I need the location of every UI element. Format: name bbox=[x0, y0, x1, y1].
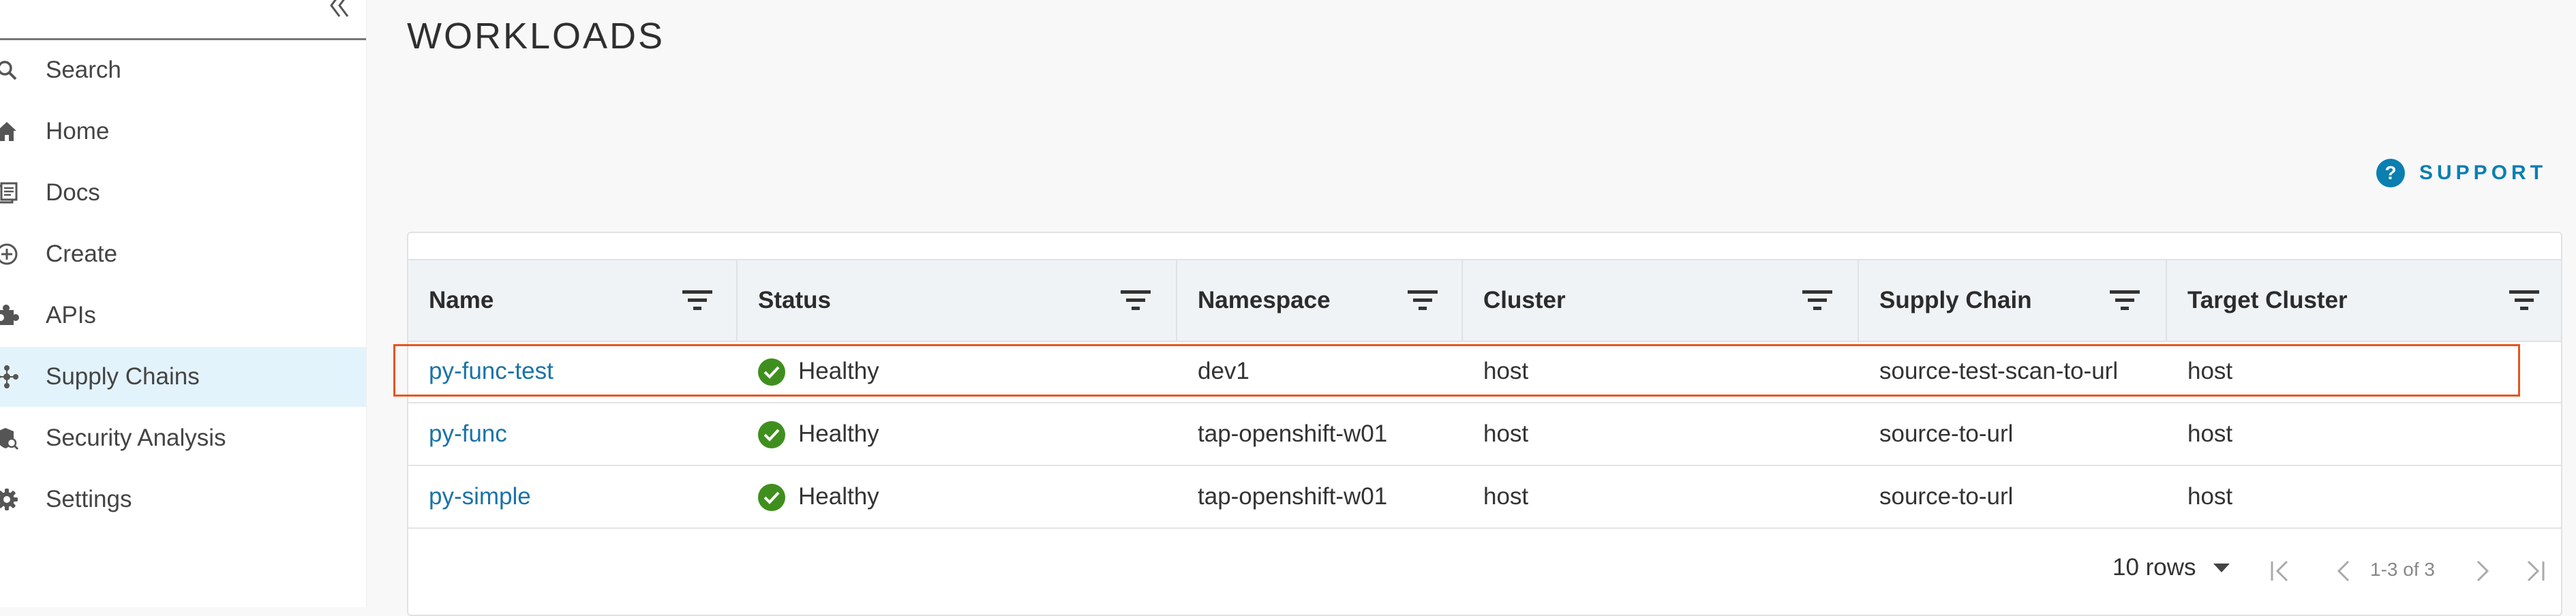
sidebar-item-home[interactable]: Home bbox=[0, 102, 366, 161]
filter-icon[interactable] bbox=[1119, 285, 1152, 316]
workload-name-link[interactable]: py-simple bbox=[429, 466, 531, 527]
target-cluster-cell: host bbox=[2187, 420, 2233, 447]
docs-icon bbox=[0, 181, 19, 205]
column-header-cluster[interactable]: Cluster bbox=[1463, 260, 1859, 341]
column-header-supply-chain[interactable]: Supply Chain bbox=[1859, 260, 2167, 341]
sidebar-item-apis[interactable]: APIs bbox=[0, 286, 366, 345]
filter-icon[interactable] bbox=[1406, 285, 1439, 316]
target-cluster-cell: host bbox=[2187, 483, 2233, 510]
sidebar: Search Home Docs Create APIs Supply Chai… bbox=[0, 0, 367, 607]
status-text: Healthy bbox=[798, 483, 879, 510]
row-highlight-outline bbox=[393, 344, 2520, 397]
gear-icon bbox=[0, 487, 19, 512]
sidebar-item-label: Settings bbox=[46, 486, 132, 512]
page-range: 1-3 of 3 bbox=[2370, 559, 2435, 580]
filter-icon[interactable] bbox=[681, 285, 714, 316]
namespace-cell: tap-openshift-w01 bbox=[1198, 483, 1388, 510]
next-page-icon[interactable] bbox=[2468, 557, 2496, 585]
sidebar-item-create[interactable]: Create bbox=[0, 224, 366, 284]
cluster-cell: host bbox=[1483, 420, 1529, 447]
first-page-icon[interactable] bbox=[2267, 557, 2294, 585]
check-circle-icon bbox=[758, 484, 785, 511]
shield-search-icon bbox=[0, 426, 19, 450]
sidebar-item-search[interactable]: Search bbox=[0, 40, 366, 100]
sidebar-item-label: APIs bbox=[46, 302, 96, 328]
column-header-target-cluster[interactable]: Target Cluster bbox=[2167, 260, 2561, 341]
plus-circle-icon bbox=[0, 242, 19, 266]
table-row[interactable]: py-func Healthy tap-openshift-w01 host s… bbox=[408, 403, 2561, 466]
sidebar-item-label: Security Analysis bbox=[46, 425, 226, 451]
puzzle-icon bbox=[0, 303, 19, 328]
collapse-sidebar-icon[interactable] bbox=[322, 0, 354, 22]
sidebar-item-supply-chains[interactable]: Supply Chains bbox=[0, 347, 366, 407]
rows-per-page-select[interactable]: 10 rows bbox=[2112, 551, 2232, 585]
column-header-name[interactable]: Name bbox=[408, 260, 738, 341]
workloads-table: Name Status Namespace Cluster Supply Cha… bbox=[407, 232, 2562, 616]
supply-chain-icon bbox=[0, 365, 19, 389]
check-circle-icon bbox=[758, 421, 785, 448]
home-icon bbox=[0, 119, 19, 144]
rows-per-page-value: 10 rows bbox=[2112, 554, 2196, 581]
help-circle-icon: ? bbox=[2376, 158, 2406, 188]
column-header-status[interactable]: Status bbox=[738, 260, 1177, 341]
pagination: 10 rows 1-3 of 3 bbox=[408, 523, 2561, 598]
filter-icon[interactable] bbox=[1801, 285, 1834, 316]
support-button[interactable]: ? SUPPORT bbox=[2376, 157, 2547, 189]
sidebar-item-label: Create bbox=[46, 241, 118, 267]
svg-text:?: ? bbox=[2384, 162, 2396, 183]
namespace-cell: tap-openshift-w01 bbox=[1198, 420, 1388, 447]
sidebar-item-settings[interactable]: Settings bbox=[0, 469, 366, 529]
last-page-icon[interactable] bbox=[2521, 557, 2549, 585]
page-title: WORKLOADS bbox=[407, 16, 665, 57]
support-label: SUPPORT bbox=[2419, 161, 2547, 184]
sidebar-item-label: Docs bbox=[46, 179, 100, 206]
filter-icon[interactable] bbox=[2508, 285, 2541, 316]
caret-down-icon bbox=[2211, 561, 2232, 574]
supply-chain-cell: source-to-url bbox=[1879, 420, 2014, 447]
table-header: Name Status Namespace Cluster Supply Cha… bbox=[408, 259, 2561, 342]
search-icon bbox=[0, 58, 19, 82]
cluster-cell: host bbox=[1483, 483, 1529, 510]
sidebar-item-label: Home bbox=[46, 118, 110, 144]
column-header-namespace[interactable]: Namespace bbox=[1177, 260, 1463, 341]
status-text: Healthy bbox=[798, 420, 879, 447]
workload-name-link[interactable]: py-func bbox=[429, 403, 507, 465]
filter-icon[interactable] bbox=[2108, 285, 2141, 316]
previous-page-icon[interactable] bbox=[2331, 557, 2358, 585]
sidebar-item-docs[interactable]: Docs bbox=[0, 163, 366, 223]
sidebar-item-label: Supply Chains bbox=[46, 363, 200, 390]
sidebar-item-security-analysis[interactable]: Security Analysis bbox=[0, 408, 366, 468]
supply-chain-cell: source-to-url bbox=[1879, 483, 2014, 510]
table-row[interactable]: py-simple Healthy tap-openshift-w01 host… bbox=[408, 466, 2561, 529]
sidebar-item-label: Search bbox=[46, 57, 121, 83]
